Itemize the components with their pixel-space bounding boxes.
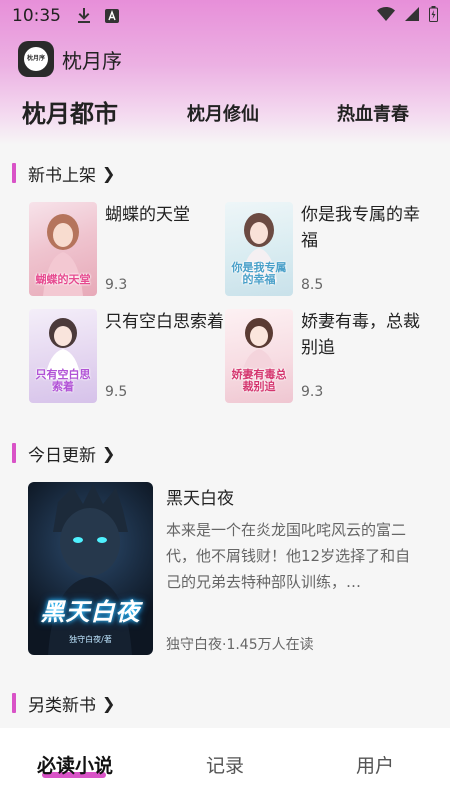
book-title: 只有空白思索着 bbox=[105, 312, 224, 332]
book-score: 8.5 bbox=[301, 277, 324, 293]
cover-title: 蝴蝶的天堂 bbox=[35, 273, 91, 286]
nav-label: 必读小说 bbox=[36, 754, 113, 777]
section-title: 另类新书 bbox=[28, 695, 96, 716]
book-score: 9.3 bbox=[105, 277, 128, 293]
featured-book-meta: 独守白夜·1.45万人在读 bbox=[166, 637, 314, 653]
nav-label: 用户 bbox=[355, 754, 394, 777]
tab-zhenyue-xiuxian[interactable]: 枕月修仙 bbox=[187, 100, 259, 126]
cover-title: 你是我专属的幸福 bbox=[231, 261, 287, 286]
nav-label: 记录 bbox=[205, 754, 244, 777]
chevron-right-icon: ❯ bbox=[102, 163, 116, 183]
section-accent-bar bbox=[12, 163, 16, 183]
book-card[interactable]: 只有空白思索着 只有空白思索着 9.5 bbox=[29, 309, 229, 409]
book-score: 9.5 bbox=[105, 384, 128, 400]
section-header-alt-new[interactable]: 另类新书 ❯ bbox=[12, 691, 116, 716]
featured-book[interactable]: 黑天白夜 独守白夜/著 黑天白夜 本来是一个在炎龙国叱咤风云的富二代，他不屑钱财… bbox=[28, 482, 428, 657]
cover-title: 只有空白思索着 bbox=[35, 368, 91, 393]
featured-book-description: 本来是一个在炎龙国叱咤风云的富二代，他不屑钱财！他12岁选择了和自己的兄弟去特种… bbox=[166, 521, 411, 591]
section-header-today-update[interactable]: 今日更新 ❯ bbox=[12, 441, 116, 466]
status-bar: 10:35 bbox=[0, 0, 450, 32]
bottom-navigation: 必读小说 记录 用户 bbox=[0, 728, 450, 800]
a-letter-icon bbox=[105, 9, 119, 23]
book-card[interactable]: 蝴蝶的天堂 蝴蝶的天堂 9.3 bbox=[29, 202, 229, 302]
featured-cover-author: 独守白夜/著 bbox=[69, 635, 112, 644]
nav-user[interactable]: 用户 bbox=[300, 728, 450, 800]
book-score: 9.3 bbox=[301, 384, 324, 400]
download-icon bbox=[77, 8, 91, 24]
book-card[interactable]: 娇妻有毒总裁别追 娇妻有毒，总裁别追 9.3 bbox=[225, 309, 425, 409]
tab-zhenyue-city[interactable]: 枕月都市 bbox=[22, 94, 118, 129]
nav-records[interactable]: 记录 bbox=[150, 728, 300, 800]
wifi-icon bbox=[377, 6, 395, 26]
book-title: 娇妻有毒，总裁别追 bbox=[301, 312, 420, 358]
book-cover: 娇妻有毒总裁别追 bbox=[225, 309, 293, 403]
featured-book-cover: 黑天白夜 独守白夜/著 bbox=[28, 482, 153, 655]
section-accent-bar bbox=[12, 693, 16, 713]
book-card[interactable]: 你是我专属的幸福 你是我专属的幸福 8.5 bbox=[225, 202, 425, 302]
section-accent-bar bbox=[12, 443, 16, 463]
tab-label: 热血青春 bbox=[337, 104, 409, 125]
app-logo-text: 枕月序 bbox=[24, 47, 48, 71]
signal-icon bbox=[405, 6, 419, 26]
featured-book-title: 黑天白夜 bbox=[166, 489, 234, 509]
category-tabs: 枕月都市 枕月修仙 热血青春 bbox=[0, 90, 450, 134]
nav-must-read[interactable]: 必读小说 bbox=[0, 728, 150, 800]
cover-illustration bbox=[48, 484, 132, 655]
battery-icon bbox=[429, 5, 438, 27]
book-title: 蝴蝶的天堂 bbox=[105, 205, 190, 225]
chevron-right-icon: ❯ bbox=[102, 443, 116, 463]
main-content: 新书上架 ❯ 蝴蝶的天堂 蝴蝶的天堂 9.3 你是我专属的幸福 你是我专属的幸福… bbox=[0, 145, 450, 728]
section-title: 新书上架 bbox=[28, 165, 96, 186]
status-time: 10:35 bbox=[12, 6, 61, 26]
app-title: 枕月序 bbox=[62, 48, 122, 73]
chevron-right-icon: ❯ bbox=[102, 693, 116, 713]
tab-label: 枕月修仙 bbox=[187, 104, 259, 125]
featured-cover-title: 黑天白夜 bbox=[40, 598, 141, 626]
book-title: 你是我专属的幸福 bbox=[301, 205, 420, 251]
book-cover: 蝴蝶的天堂 bbox=[29, 202, 97, 296]
book-cover: 只有空白思索着 bbox=[29, 309, 97, 403]
app-header: 枕月序 枕月序 bbox=[18, 40, 122, 78]
section-title: 今日更新 bbox=[28, 445, 96, 466]
book-cover: 你是我专属的幸福 bbox=[225, 202, 293, 296]
app-logo: 枕月序 bbox=[18, 41, 54, 77]
tab-rexue-qingchun[interactable]: 热血青春 bbox=[337, 100, 409, 126]
cover-title: 娇妻有毒总裁别追 bbox=[231, 368, 287, 393]
section-header-new-books[interactable]: 新书上架 ❯ bbox=[12, 161, 116, 186]
tab-label: 枕月都市 bbox=[22, 100, 118, 128]
